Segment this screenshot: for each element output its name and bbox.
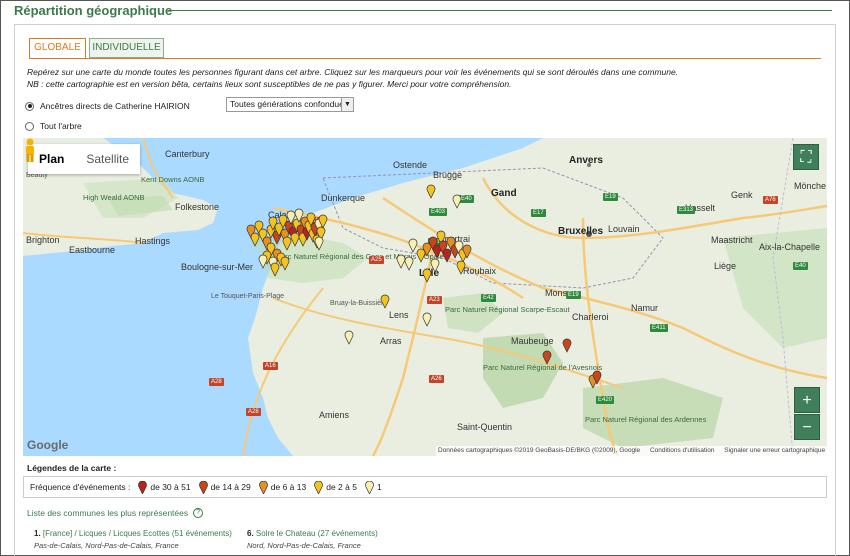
map-marker-icon[interactable]	[416, 248, 426, 263]
marker-icon	[258, 480, 268, 494]
map-marker-icon[interactable]	[408, 238, 418, 253]
entry-rank: 6.	[247, 529, 254, 538]
map-marker-icon[interactable]	[456, 260, 466, 275]
pegman-icon[interactable]	[23, 138, 37, 162]
map-marker-icon[interactable]	[442, 248, 452, 263]
radio-whole-tree-label: Tout l'arbre	[40, 121, 82, 131]
google-logo: Google	[27, 438, 69, 452]
legend-frequency-label: Fréquence d'événements :	[30, 482, 131, 492]
legend-range-5: 1	[376, 482, 382, 492]
map-description: Repérez sur une carte du monde toutes le…	[27, 66, 817, 90]
entry-rank: 1.	[34, 529, 41, 538]
map-marker-icon[interactable]	[270, 262, 280, 277]
map-marker-icon[interactable]	[282, 236, 292, 251]
marker-icon	[365, 480, 374, 494]
marker-icon	[314, 480, 324, 494]
radio-whole-tree-control[interactable]	[25, 121, 34, 131]
map-marker-icon[interactable]	[422, 312, 432, 327]
legend-box: Fréquence d'événements : de 30 à 51 de 1…	[23, 476, 827, 498]
report-error-link[interactable]: Signaler une erreur cartographique	[724, 447, 825, 454]
commune-link[interactable]: [France] / Licques / Licques Ecottes (51…	[43, 529, 232, 538]
attribution-text: Données cartographiques ©2019 GeoBasis-D…	[438, 447, 641, 454]
map-marker-icon[interactable]	[542, 350, 552, 365]
tab-individuelle[interactable]: INDIVIDUELLE	[89, 38, 164, 58]
description-line-2: NB : cette cartographie est en version b…	[27, 79, 512, 89]
map-marker-icon[interactable]	[426, 184, 436, 199]
radio-direct-ancestors[interactable]: Ancêtres directs de Catherine HAIRION	[25, 101, 190, 111]
map-view[interactable]: Plan Satellite ⛶ + − Google Données cart…	[23, 138, 827, 456]
chevron-down-icon[interactable]: ▼	[341, 98, 353, 111]
map-marker-icon[interactable]	[314, 236, 324, 251]
map-type-satellite[interactable]: Satellite	[75, 144, 140, 174]
list-item: 6. Solre le Chateau (27 événements) Nord…	[247, 529, 378, 550]
map-marker-icon[interactable]	[344, 330, 354, 345]
description-line-1: Repérez sur une carte du monde toutes le…	[27, 67, 679, 77]
top-communes-title: Liste des communes les plus représentées…	[27, 508, 204, 518]
map-marker-icon[interactable]	[396, 254, 406, 269]
map-marker-icon[interactable]	[380, 294, 390, 309]
map-marker-icon[interactable]	[562, 338, 572, 353]
commune-link[interactable]: Solre le Chateau (27 événements)	[256, 529, 378, 538]
radio-whole-tree[interactable]: Tout l'arbre	[25, 121, 82, 131]
map-marker-icon[interactable]	[290, 232, 300, 247]
radio-direct-ancestors-control[interactable]	[25, 101, 34, 111]
map-type-control: Plan Satellite	[28, 144, 141, 174]
tab-globale[interactable]: GLOBALE	[29, 38, 86, 59]
zoom-in-button[interactable]: +	[794, 387, 820, 413]
map-marker-icon[interactable]	[250, 232, 260, 247]
map-attribution: Données cartographiques ©2019 GeoBasis-D…	[436, 446, 827, 456]
legend-range-4: de 2 à 5	[326, 482, 357, 492]
commune-region: Nord, Nord-Pas-de-Calais, France	[247, 541, 361, 550]
commune-region: Pas-de-Calais, Nord-Pas-de-Calais, Franc…	[34, 541, 179, 550]
terms-link[interactable]: Conditions d'utilisation	[650, 447, 714, 454]
tab-underline	[29, 58, 821, 59]
map-marker-icon[interactable]	[404, 256, 414, 271]
generations-select[interactable]: Toutes générations confondues ▼	[226, 97, 354, 112]
legend-range-1: de 30 à 51	[150, 482, 191, 492]
map-marker-icon[interactable]	[258, 254, 268, 269]
map-marker-icon[interactable]	[452, 194, 462, 209]
legend-range-2: de 14 à 29	[210, 482, 251, 492]
radio-direct-ancestors-label: Ancêtres directs de Catherine HAIRION	[40, 101, 190, 111]
legend-range-3: de 6 à 13	[270, 482, 307, 492]
help-icon[interactable]: ?	[193, 508, 204, 518]
section-title-rule	[168, 10, 832, 11]
legend-title: Légendes de la carte :	[27, 463, 117, 473]
marker-icon	[138, 480, 148, 494]
list-item: 1. [France] / Licques / Licques Ecottes …	[34, 529, 232, 550]
fullscreen-icon[interactable]: ⛶	[793, 144, 819, 170]
map-marker-icon[interactable]	[280, 256, 290, 271]
event-markers-layer	[246, 184, 602, 389]
zoom-out-button[interactable]: −	[794, 414, 820, 440]
section-title: Répartition géographique	[14, 3, 173, 18]
map-marker-icon[interactable]	[430, 258, 440, 273]
map-marker-icon[interactable]	[422, 268, 432, 283]
marker-icon	[198, 480, 208, 494]
generations-select-value: Toutes générations confondues	[230, 99, 349, 109]
top-communes-title-text: Liste des communes les plus représentées	[27, 508, 189, 518]
